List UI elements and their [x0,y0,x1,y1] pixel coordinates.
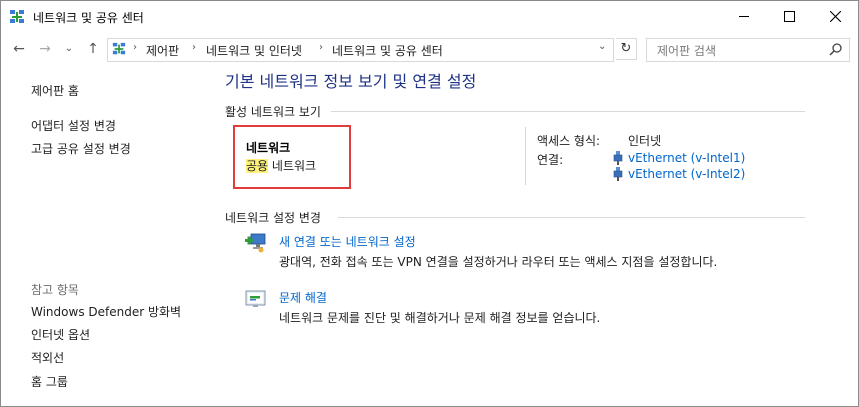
change-settings-header: 네트워크 설정 변경 [225,211,321,225]
new-connection-icon [245,233,266,253]
see-also-internet-options[interactable]: 인터넷 옵션 [31,326,90,343]
access-type-label: 액세스 형식: [537,134,601,148]
maximize-button[interactable] [767,1,812,32]
connection-link-2[interactable]: vEthernet (v-Intel2) [628,167,745,181]
search-icon[interactable] [829,42,843,56]
see-also-homegroup[interactable]: 홈 그룹 [31,373,68,390]
ethernet-icon [613,167,623,181]
see-also-header: 참고 항목 [31,283,79,297]
network-type[interactable]: 공용 네트워크 [246,157,316,174]
see-also-infrared[interactable]: 적외선 [31,349,64,366]
vertical-divider [525,127,526,185]
connection-link-1[interactable]: vEthernet (v-Intel1) [628,151,745,165]
network-type-highlight: 공용 [246,159,269,173]
window: 네트워크 및 공유 센터 ← → ⌄ ↑ › 제어판 › 네트워크 및 인터넷 … [0,0,859,407]
window-title: 네트워크 및 공유 센터 [33,11,144,25]
close-button[interactable] [813,1,858,32]
control-panel-icon [112,42,126,55]
network-type-rest: 네트워크 [268,159,317,173]
breadcrumb-control-panel[interactable]: 제어판 [146,42,179,59]
chevron-right-icon: › [319,42,323,53]
connections-label: 연결: [537,153,564,167]
task-troubleshoot-desc: 네트워크 문제를 진단 및 해결하거나 문제 해결 정보를 얻습니다. [279,311,601,325]
chevron-right-icon: › [133,42,137,53]
page-title: 기본 네트워크 정보 보기 및 연결 설정 [225,72,477,91]
network-name: 네트워크 [246,141,291,155]
task-new-connection-link[interactable]: 새 연결 또는 네트워크 설정 [279,233,416,250]
close-icon [830,11,841,22]
title-bar: 네트워크 및 공유 센터 [1,1,858,32]
refresh-button[interactable]: ↻ [616,38,637,60]
active-networks-header: 활성 네트워크 보기 [225,105,321,119]
address-dropdown-icon[interactable]: ⌄ [598,41,606,52]
access-type-value: 인터넷 [628,134,662,148]
minimize-icon [738,16,749,17]
network-center-icon [10,10,24,23]
troubleshoot-icon [245,290,266,307]
minimize-button[interactable] [721,1,766,32]
search-box[interactable] [646,38,850,62]
sidebar-control-panel-home[interactable]: 제어판 홈 [31,82,79,99]
up-button[interactable]: ↑ [85,41,101,57]
breadcrumb-network-sharing-center[interactable]: 네트워크 및 공유 센터 [332,42,443,59]
section-divider [338,217,805,218]
forward-button[interactable]: → [37,41,53,57]
search-input[interactable] [655,41,819,61]
section-divider [331,111,805,112]
sidebar-advanced-sharing-settings[interactable]: 고급 공유 설정 변경 [31,140,131,157]
recent-locations-button[interactable]: ⌄ [61,41,77,57]
see-also-defender-firewall[interactable]: Windows Defender 방화벽 [31,303,181,320]
breadcrumb-network-internet[interactable]: 네트워크 및 인터넷 [206,42,302,59]
sidebar-change-adapter-settings[interactable]: 어댑터 설정 변경 [31,117,116,134]
address-bar[interactable]: › 제어판 › 네트워크 및 인터넷 › 네트워크 및 공유 센터 [107,38,614,62]
back-button[interactable]: ← [11,41,27,57]
task-new-connection-desc: 광대역, 전화 접속 또는 VPN 연결을 설정하거나 라우터 또는 액세스 지… [279,255,718,269]
task-troubleshoot-link[interactable]: 문제 해결 [279,289,327,306]
maximize-icon [784,11,795,22]
ethernet-icon [613,151,623,165]
chevron-right-icon: › [192,42,196,53]
